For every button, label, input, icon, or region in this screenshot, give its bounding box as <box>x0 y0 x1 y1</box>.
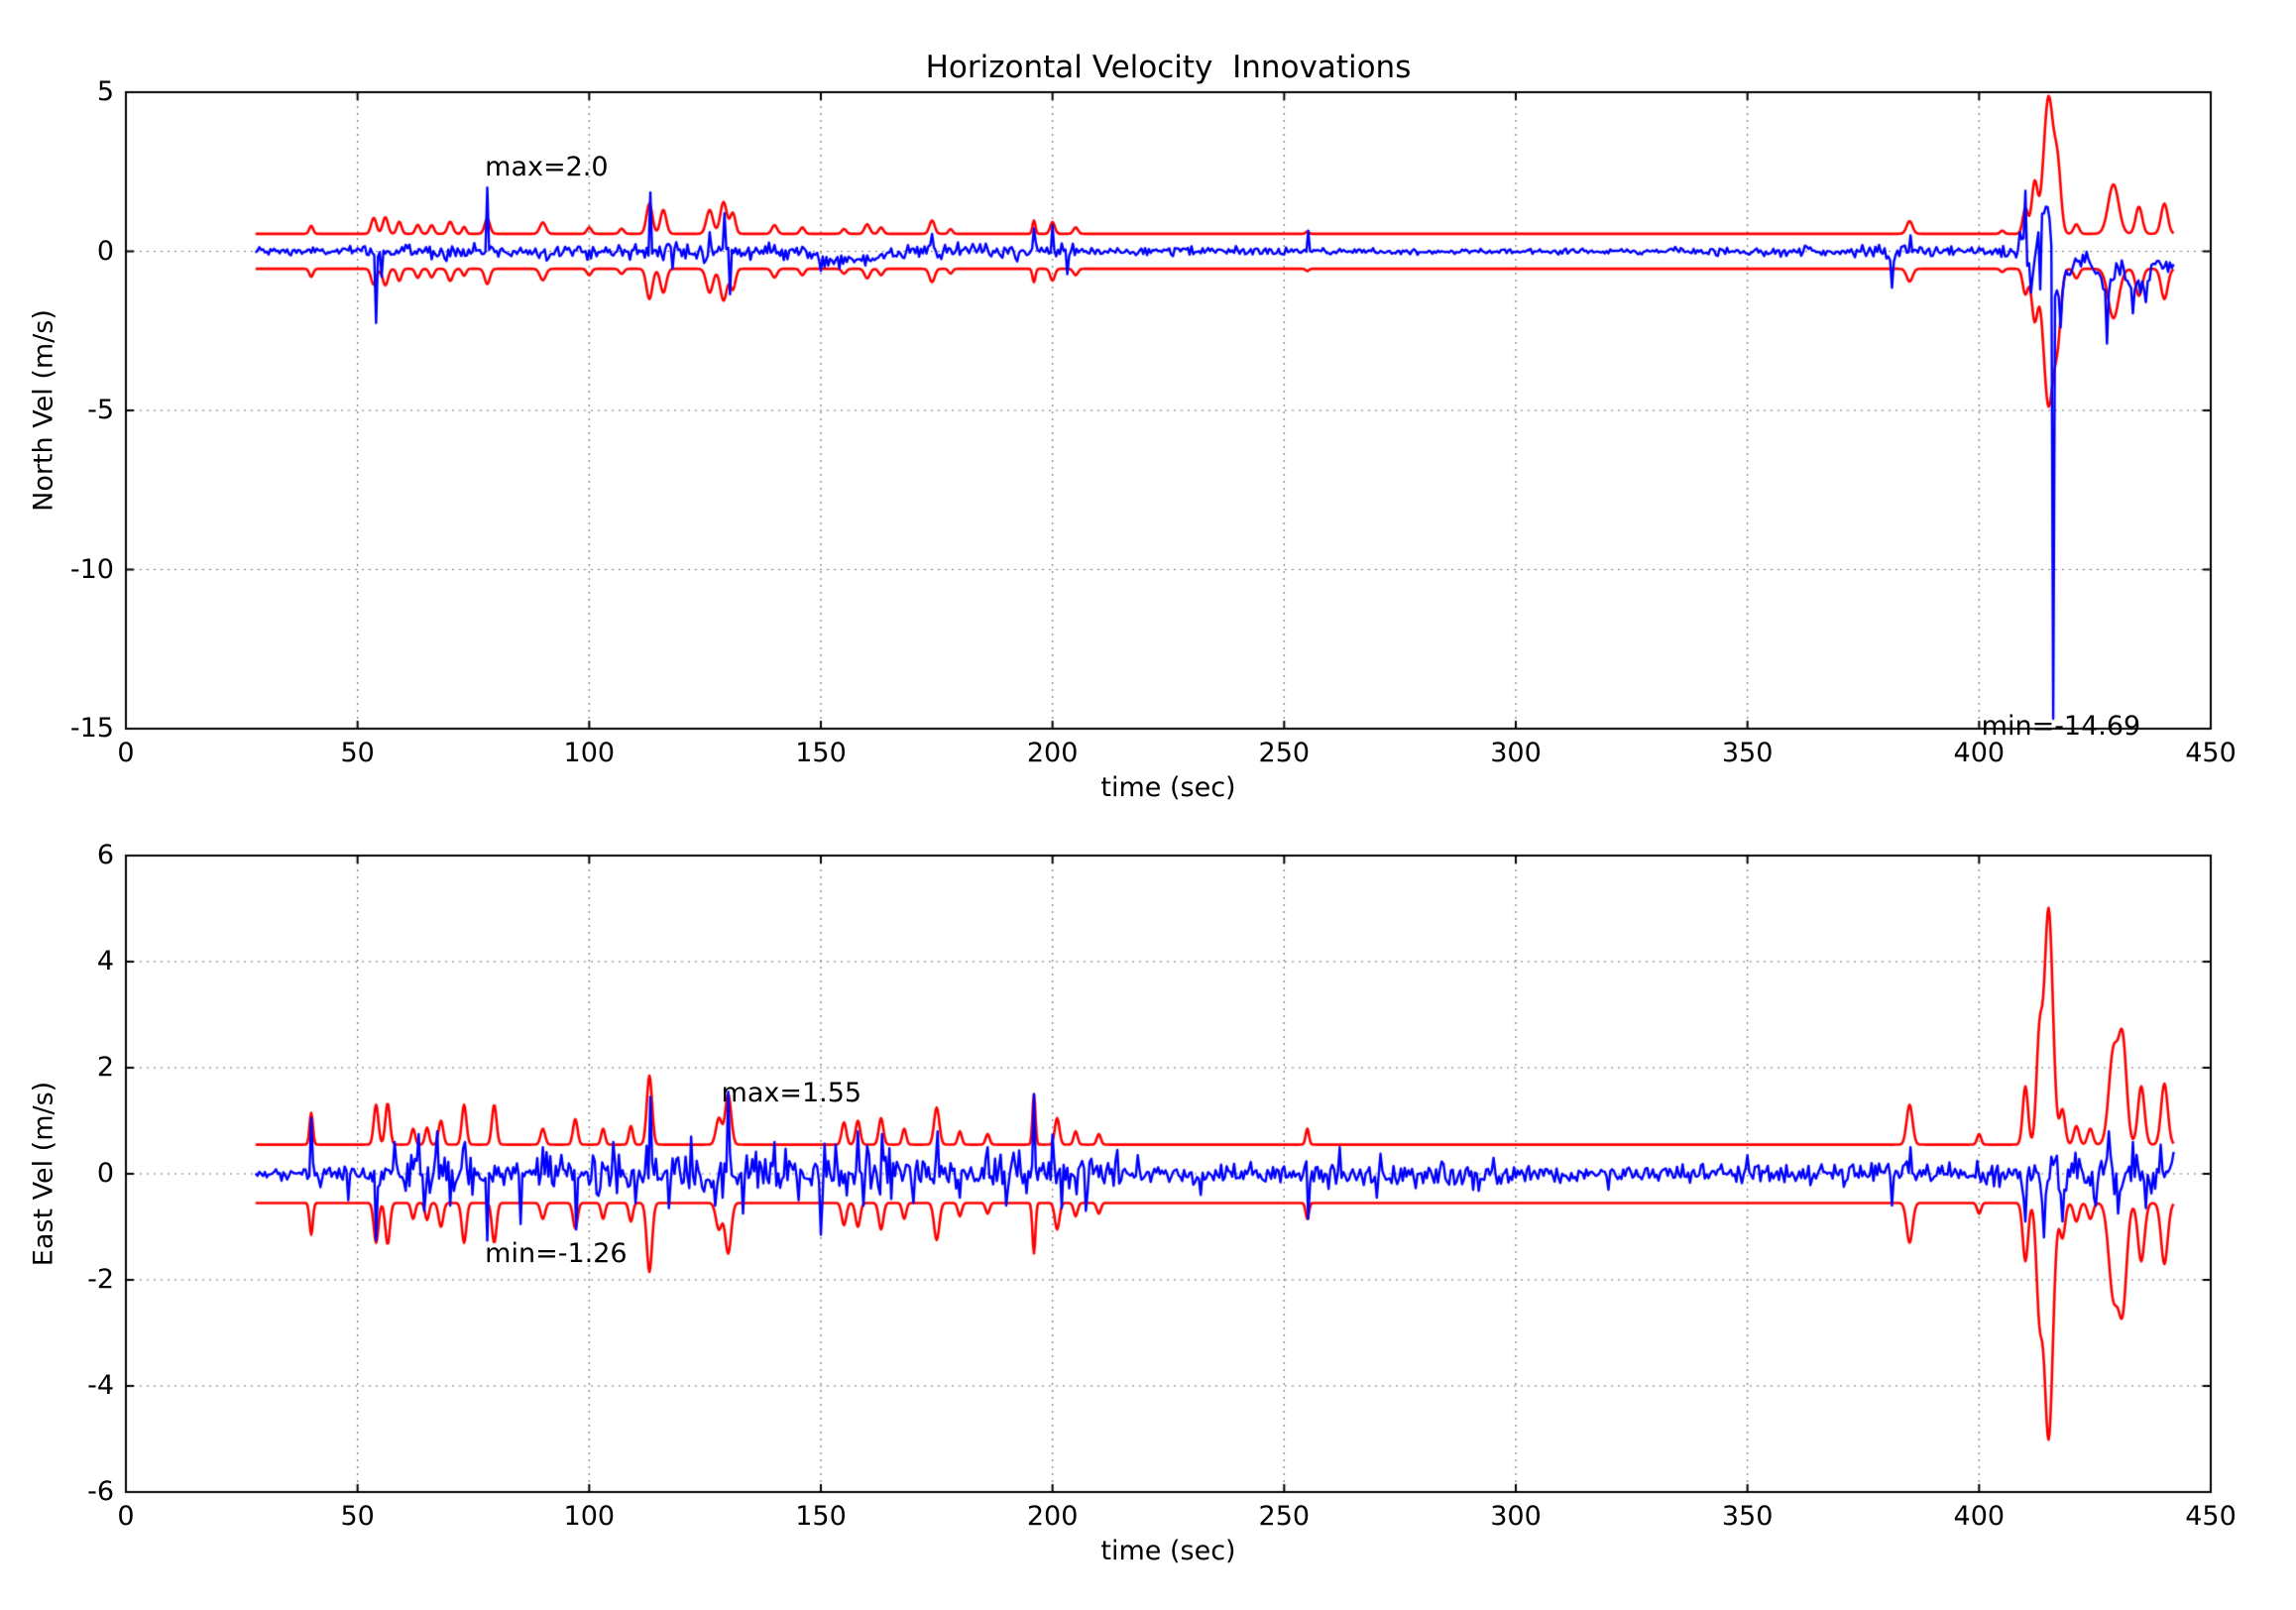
y-tick-label: -10 <box>0 555 114 585</box>
x-tick-label: 100 <box>510 739 668 768</box>
x-axis-label-east: time (sec) <box>126 1536 2211 1566</box>
y-tick-label: 0 <box>0 1159 114 1189</box>
x-tick-label: 400 <box>1899 739 2058 768</box>
x-tick-label: 450 <box>2131 739 2290 768</box>
y-tick-label: 2 <box>0 1053 114 1083</box>
y-tick-label: -2 <box>0 1265 114 1295</box>
chart-title: Horizontal Velocity Innovations <box>126 50 2211 85</box>
annotation-east-min: min=-1.26 <box>485 1238 627 1269</box>
x-tick-label: 150 <box>742 739 900 768</box>
x-tick-label: 350 <box>1668 739 1827 768</box>
x-axis-label-north: time (sec) <box>126 772 2211 803</box>
x-tick-label: 50 <box>279 739 437 768</box>
x-tick-label: 400 <box>1899 1502 2058 1532</box>
y-tick-label: 0 <box>0 237 114 267</box>
x-tick-label: 250 <box>1205 1502 1363 1532</box>
y-tick-label: 4 <box>0 947 114 977</box>
plot-canvas <box>0 0 2296 1610</box>
x-tick-label: 100 <box>510 1502 668 1532</box>
x-tick-label: 350 <box>1668 1502 1827 1532</box>
x-tick-label: 200 <box>974 1502 1132 1532</box>
x-tick-label: 450 <box>2131 1502 2290 1532</box>
x-tick-label: 200 <box>974 739 1132 768</box>
y-tick-label: -6 <box>0 1477 114 1507</box>
x-tick-label: 50 <box>279 1502 437 1532</box>
figure: Horizontal Velocity Innovations North Ve… <box>0 0 2296 1610</box>
x-tick-label: 250 <box>1205 739 1363 768</box>
x-tick-label: 150 <box>742 1502 900 1532</box>
x-tick-label: 300 <box>1436 1502 1595 1532</box>
y-tick-label: 5 <box>0 77 114 107</box>
y-tick-label: -15 <box>0 714 114 744</box>
y-tick-label: -5 <box>0 396 114 425</box>
annotation-north-max: max=2.0 <box>485 152 608 182</box>
x-tick-label: 300 <box>1436 739 1595 768</box>
y-tick-label: 6 <box>0 841 114 870</box>
y-tick-label: -4 <box>0 1371 114 1401</box>
annotation-east-max: max=1.55 <box>722 1078 862 1108</box>
annotation-north-min: min=-14.69 <box>1982 711 2141 742</box>
